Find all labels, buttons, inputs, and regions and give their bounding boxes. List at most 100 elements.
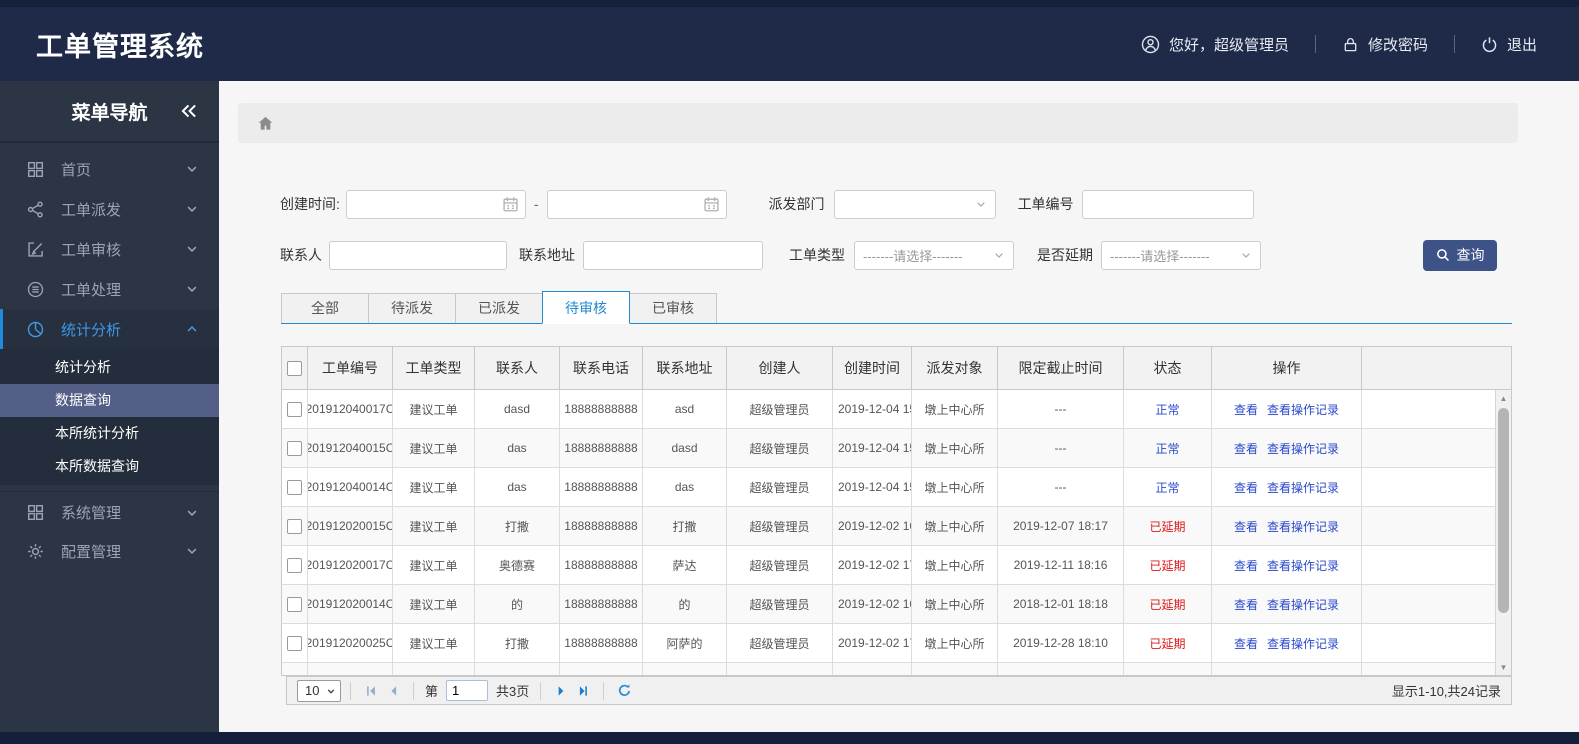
view-log-link[interactable]: 查看操作记录: [1267, 596, 1339, 613]
tab-1[interactable]: 待派发: [368, 293, 456, 323]
prev-page-icon[interactable]: [382, 680, 404, 702]
scroll-up-icon[interactable]: ▲: [1496, 390, 1511, 406]
view-link[interactable]: 查看: [1234, 635, 1258, 652]
row-checkbox[interactable]: [287, 557, 302, 573]
divider: [1453, 35, 1455, 53]
breadcrumb: [238, 103, 1518, 143]
create-time-to-input[interactable]: [546, 189, 727, 219]
sidebar-subitem-2[interactable]: 本所统计分析: [0, 417, 219, 450]
chevron-down-icon: [975, 198, 987, 210]
chevron-down-icon: [185, 242, 199, 256]
page-number-input[interactable]: [446, 680, 489, 701]
row-checkbox[interactable]: [287, 518, 302, 534]
column-header-9[interactable]: 状态: [1124, 347, 1212, 389]
page-prefix-label: 第: [425, 684, 439, 699]
tab-3[interactable]: 待审核: [542, 291, 630, 324]
search-icon: [1436, 248, 1450, 262]
home-icon[interactable]: [257, 115, 274, 132]
sidebar-item-2[interactable]: 工单审核: [0, 229, 219, 269]
row-checkbox[interactable]: [287, 479, 302, 495]
table-row-partial: [282, 663, 1511, 675]
column-header-1[interactable]: 工单类型: [393, 347, 475, 389]
column-header-8[interactable]: 限定截止时间: [998, 347, 1124, 389]
dispatch-dept-select[interactable]: [833, 189, 996, 219]
cell-deadline: 2019-12-11 18:16: [998, 546, 1124, 584]
select-all-checkbox[interactable]: [287, 360, 302, 376]
contact-input[interactable]: [329, 240, 507, 270]
view-log-link[interactable]: 查看操作记录: [1267, 635, 1339, 652]
view-log-link[interactable]: 查看操作记录: [1267, 479, 1339, 496]
sidebar-item-4[interactable]: 统计分析: [0, 309, 219, 349]
tab-0[interactable]: 全部: [281, 293, 369, 323]
sidebar-item-6[interactable]: 配置管理: [0, 531, 219, 571]
user-greeting[interactable]: 您好，超级管理员: [1141, 34, 1289, 55]
edit-icon: [27, 241, 46, 258]
column-header-6[interactable]: 创建时间: [833, 347, 912, 389]
view-link[interactable]: 查看: [1234, 401, 1258, 418]
sidebar-item-1[interactable]: 工单派发: [0, 189, 219, 229]
create-time-from-input[interactable]: [345, 189, 526, 219]
view-log-link[interactable]: 查看操作记录: [1267, 440, 1339, 457]
row-checkbox[interactable]: [287, 635, 302, 651]
column-header-2[interactable]: 联系人: [475, 347, 560, 389]
vertical-scrollbar[interactable]: ▲ ▼: [1495, 390, 1511, 675]
column-header-7[interactable]: 派发对象: [912, 347, 998, 389]
column-header-4[interactable]: 联系地址: [643, 347, 727, 389]
address-input[interactable]: [583, 240, 763, 270]
scrollbar-thumb[interactable]: [1498, 408, 1509, 613]
logout-button[interactable]: 退出: [1481, 34, 1537, 55]
row-checkbox[interactable]: [287, 674, 302, 675]
view-link[interactable]: 查看: [1234, 518, 1258, 535]
page-size-select[interactable]: 10: [297, 679, 341, 702]
tab-4[interactable]: 已审核: [629, 293, 717, 323]
view-link[interactable]: 查看: [1234, 479, 1258, 496]
status-badge: 正常: [1124, 468, 1212, 506]
column-header-5[interactable]: 创建人: [727, 347, 833, 389]
view-log-link[interactable]: 查看操作记录: [1267, 401, 1339, 418]
tab-2[interactable]: 已派发: [455, 293, 543, 323]
next-page-icon[interactable]: [550, 680, 572, 702]
cell-create_time: 2019-12-04 15: [833, 390, 912, 428]
scroll-down-icon[interactable]: ▼: [1496, 659, 1511, 675]
collapse-sidebar-icon[interactable]: [179, 101, 199, 121]
row-checkbox[interactable]: [287, 401, 302, 417]
cell-actions: 查看 查看操作记录: [1212, 624, 1362, 662]
row-checkbox[interactable]: [287, 596, 302, 612]
view-log-link[interactable]: 查看操作记录: [1267, 557, 1339, 574]
chevron-down-icon: [185, 506, 199, 520]
search-button[interactable]: 查询: [1423, 239, 1497, 271]
row-checkbox[interactable]: [287, 440, 302, 456]
is-delayed-label: 是否延期: [1037, 247, 1093, 263]
logout-label: 退出: [1506, 36, 1537, 54]
cell-creator: 超级管理员: [727, 585, 833, 623]
cell-deadline: ---: [998, 429, 1124, 467]
view-link[interactable]: 查看: [1234, 440, 1258, 457]
column-header-10[interactable]: 操作: [1212, 347, 1362, 389]
order-no-input[interactable]: [1081, 189, 1254, 219]
main-content: 创建时间: - 派发部门 工单编号 联系人 联系地址 工单类型 -------请…: [219, 81, 1579, 732]
sidebar-subitem-1[interactable]: 数据查询: [0, 384, 219, 417]
cell-address: das: [643, 468, 727, 506]
view-link[interactable]: 查看: [1234, 596, 1258, 613]
order-type-select[interactable]: -------请选择-------: [854, 240, 1014, 270]
chevron-down-icon: [1240, 249, 1252, 261]
last-page-icon[interactable]: [572, 680, 594, 702]
sidebar-subitem-3[interactable]: 本所数据查询: [0, 450, 219, 483]
column-header-0[interactable]: 工单编号: [308, 347, 393, 389]
sidebar-subitem-0[interactable]: 统计分析: [0, 351, 219, 384]
is-delayed-select[interactable]: -------请选择-------: [1101, 240, 1261, 270]
refresh-icon[interactable]: [613, 680, 635, 702]
view-link[interactable]: 查看: [1234, 557, 1258, 574]
footer-bar: [0, 732, 1579, 744]
sidebar-item-5[interactable]: 系统管理: [0, 491, 219, 531]
view-log-link[interactable]: 查看操作记录: [1267, 518, 1339, 535]
column-header-3[interactable]: 联系电话: [560, 347, 643, 389]
sidebar-item-3[interactable]: 工单处理: [0, 269, 219, 309]
pie-icon: [27, 321, 46, 338]
cell-deadline: 2019-12-07 18:17: [998, 507, 1124, 545]
change-password-button[interactable]: 修改密码: [1342, 34, 1428, 55]
cell-actions: 查看 查看操作记录: [1212, 429, 1362, 467]
sidebar-item-0[interactable]: 首页: [0, 149, 219, 189]
chevron-down-icon: [326, 686, 336, 696]
first-page-icon[interactable]: [360, 680, 382, 702]
